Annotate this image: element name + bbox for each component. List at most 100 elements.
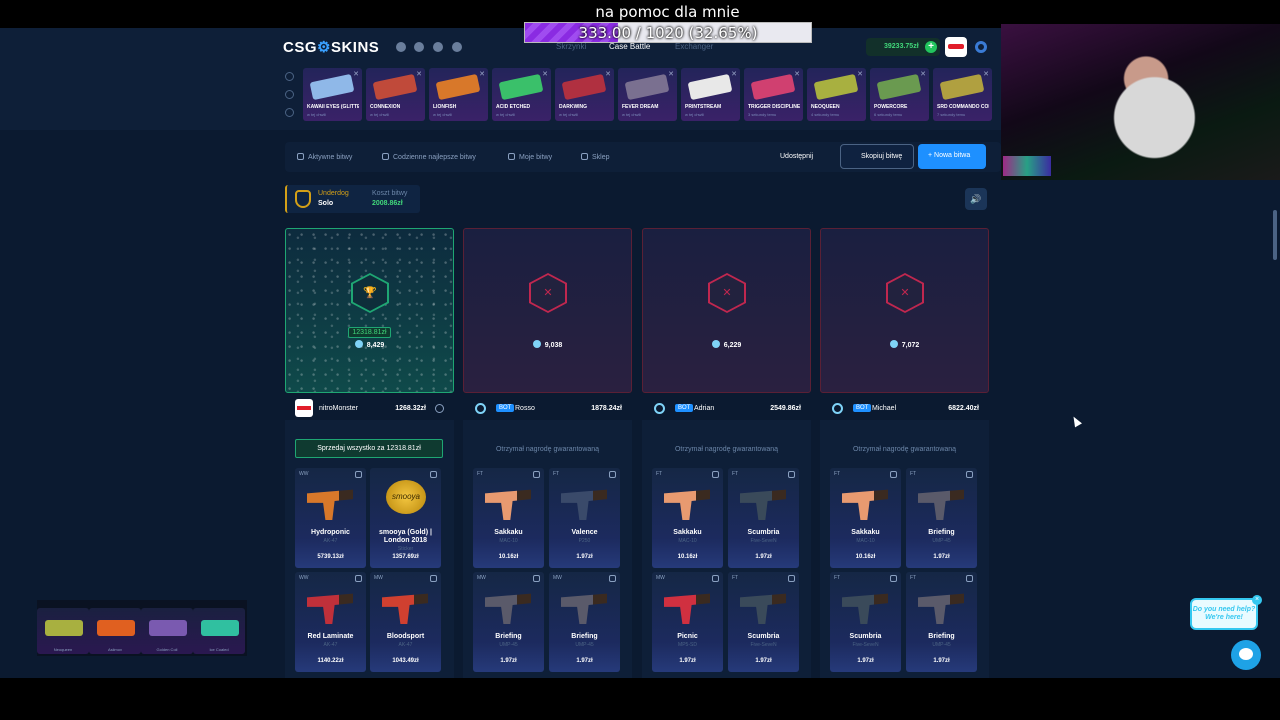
item-check-icon[interactable] [609, 471, 616, 478]
item-check-icon[interactable] [533, 471, 540, 478]
drop-card[interactable]: ✕ Trigger Discipline 3 sekundy temu [744, 68, 803, 121]
chat-support-button[interactable] [1231, 640, 1261, 670]
page-scrollbar[interactable] [1273, 210, 1277, 260]
drop-hide-icon[interactable]: ✕ [542, 70, 548, 78]
thumbs-up-icon[interactable] [285, 90, 294, 99]
item-check-icon[interactable] [430, 471, 437, 478]
item-check-icon[interactable] [533, 575, 540, 582]
sound-toggle-button[interactable]: 🔊 [965, 188, 987, 210]
won-item-card[interactable]: WW Red Laminate AK-47 1140.22zł [295, 572, 366, 672]
user-avatar[interactable] [945, 37, 967, 57]
item-type: UMP-45 [932, 642, 951, 648]
won-item-card[interactable]: FT Briefing UMP-45 1.97zł [906, 468, 977, 568]
add-funds-button[interactable]: + [925, 41, 937, 53]
won-item-card[interactable]: FT Briefing UMP-45 1.97zł [906, 572, 977, 672]
instagram-icon[interactable] [433, 42, 443, 52]
settings-gear-icon[interactable] [975, 41, 987, 53]
drop-card[interactable]: ✕ SRD Commando Company 7 sekundy temu [933, 68, 992, 121]
item-check-icon[interactable] [355, 575, 362, 582]
item-check-icon[interactable] [355, 471, 362, 478]
item-check-icon[interactable] [890, 575, 897, 582]
won-item-card[interactable]: FT Sakkaku MAC-10 10.16zł [473, 468, 544, 568]
nav-exchanger[interactable]: Exchanger [675, 42, 713, 51]
item-check-icon[interactable] [966, 471, 973, 478]
player-row[interactable]: BOT Adrian 2549.86zł [642, 399, 811, 419]
new-battle-button[interactable]: + Nowa bitwa [918, 144, 986, 169]
ticket-count: 7,072 [821, 340, 988, 349]
won-item-card[interactable]: FT Scumbria Five-SeveN 1.97zł [728, 572, 799, 672]
item-check-icon[interactable] [712, 575, 719, 582]
item-price: 1.97zł [933, 658, 950, 664]
won-item-card[interactable]: FT Sakkaku MAC-10 10.16zł [830, 468, 901, 568]
drop-card[interactable]: ✕ Neoqueen 4 sekundy temu [807, 68, 866, 121]
drop-hide-icon[interactable]: ✕ [920, 70, 926, 78]
won-item-card[interactable]: FT Sakkaku MAC-10 10.16zł [652, 468, 723, 568]
nav-cases[interactable]: Skrzynki [556, 42, 586, 51]
help-close-icon[interactable]: × [1252, 595, 1262, 605]
tab-daily-best[interactable]: Codzienne najlepsze bitwy [382, 153, 476, 161]
drop-card[interactable]: ✕ Darkwing w tej chwili [555, 68, 614, 121]
item-skin-image [918, 593, 964, 624]
tab-my-battles[interactable]: Moje bitwy [508, 153, 552, 161]
won-item-card[interactable]: MW Picnic MP5-SD 1.97zł [652, 572, 723, 672]
drop-hide-icon[interactable]: ✕ [857, 70, 863, 78]
item-type: AK-47 [398, 642, 413, 648]
item-check-icon[interactable] [890, 471, 897, 478]
won-item-card[interactable]: MW Briefing UMP-45 1.97zł [473, 572, 544, 672]
player-total-value: 2549.86zł [770, 405, 801, 412]
item-check-icon[interactable] [430, 575, 437, 582]
help-bubble[interactable]: Do you need help? We're here! [1190, 598, 1258, 630]
tab-active-battles[interactable]: Aktywne bitwy [297, 153, 352, 161]
item-check-icon[interactable] [788, 471, 795, 478]
logo-left: CSG [283, 39, 318, 56]
balance-display[interactable]: 39233.75zł + [866, 38, 940, 56]
player-row[interactable]: BOT Michael 6822.40zł [820, 399, 989, 419]
tab-shop[interactable]: Sklep [581, 153, 610, 161]
drop-hide-icon[interactable]: ✕ [731, 70, 737, 78]
item-price: 5739.13zł [317, 554, 344, 560]
won-item-card[interactable]: FT Scumbria Five-SeveN 1.97zł [728, 468, 799, 568]
share-button[interactable]: Udostępnij [780, 153, 813, 160]
drop-card[interactable]: ✕ Acid Etched w tej chwili [492, 68, 551, 121]
nav-case-battle[interactable]: Case Battle [609, 42, 650, 51]
clock-icon[interactable] [285, 72, 294, 81]
sell-all-button[interactable]: Sprzedaj wszystko za 12318.81zł [295, 439, 443, 458]
star-icon[interactable] [285, 108, 294, 117]
drop-hide-icon[interactable]: ✕ [668, 70, 674, 78]
item-check-icon[interactable] [966, 575, 973, 582]
drop-time: w tej chwili [622, 112, 642, 117]
ticket-count: 8,429 [286, 340, 453, 349]
item-check-icon[interactable] [788, 575, 795, 582]
drop-card[interactable]: ✕ Kawaii Eyes (Glitter) w tej chwili [303, 68, 362, 121]
drop-hide-icon[interactable]: ✕ [983, 70, 989, 78]
player-row[interactable]: BOT Rosso 1878.24zł [463, 399, 632, 419]
won-item-card[interactable]: smooya smooya (Gold) | London 2018 Sticker… [370, 468, 441, 568]
drop-card[interactable]: ✕ Connexion w tej chwili [366, 68, 425, 121]
won-item-card[interactable]: MW Briefing UMP-45 1.97zł [549, 572, 620, 672]
item-skin-image [382, 593, 428, 624]
item-check-icon[interactable] [712, 471, 719, 478]
drop-card[interactable]: ✕ Lionfish w tej chwili [429, 68, 488, 121]
copy-battle-button[interactable]: Skopiuj bitwę [840, 144, 914, 169]
won-item-card[interactable]: FT Scumbria Five-SeveN 1.97zł [830, 572, 901, 672]
item-check-icon[interactable] [609, 575, 616, 582]
drop-hide-icon[interactable]: ✕ [794, 70, 800, 78]
player-row[interactable]: nitroMonster 1268.32zł [285, 399, 454, 419]
won-item-card[interactable]: WW Hydroponic AK-47 5739.13zł [295, 468, 366, 568]
drop-card[interactable]: ✕ Fever Dream w tej chwili [618, 68, 677, 121]
drop-hide-icon[interactable]: ✕ [605, 70, 611, 78]
x-twitter-icon[interactable] [452, 42, 462, 52]
drop-card[interactable]: ✕ Powercore 6 sekundy temu [870, 68, 929, 121]
drop-hide-icon[interactable]: ✕ [479, 70, 485, 78]
drop-skin-image [750, 73, 796, 101]
site-logo[interactable]: CSG⚙SKINS [283, 38, 379, 56]
smile-icon[interactable] [435, 404, 444, 413]
facebook-icon[interactable] [414, 42, 424, 52]
drop-hide-icon[interactable]: ✕ [416, 70, 422, 78]
won-item-card[interactable]: MW Bloodsport AK-47 1043.49zł [370, 572, 441, 672]
drop-card[interactable]: ✕ Printstream w tej chwili [681, 68, 740, 121]
discord-icon[interactable] [396, 42, 406, 52]
drop-hide-icon[interactable]: ✕ [353, 70, 359, 78]
won-item-card[interactable]: FT Valence P250 1.97zł [549, 468, 620, 568]
item-wear: MW [477, 575, 486, 581]
